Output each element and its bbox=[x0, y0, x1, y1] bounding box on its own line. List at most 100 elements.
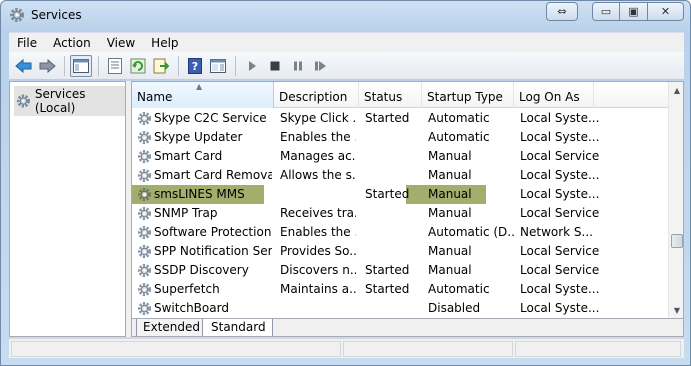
gear-icon bbox=[10, 8, 24, 22]
resize-icon: ⇔ bbox=[557, 5, 567, 18]
service-gear-icon bbox=[137, 149, 152, 164]
table-row-highlighted[interactable]: smsLINES MMS Started Manual Local Syste.… bbox=[132, 185, 668, 204]
cell-status: Started bbox=[365, 282, 410, 296]
column-header-log-on-as[interactable]: Log On As bbox=[514, 82, 594, 108]
close-button[interactable]: ✕ bbox=[648, 2, 684, 21]
scroll-thumb[interactable] bbox=[671, 234, 683, 248]
scroll-down-icon[interactable]: ▼ bbox=[669, 302, 683, 318]
list-header: ▲ Name Description Status Startup Type L… bbox=[132, 82, 668, 108]
cell-startup-type: Automatic bbox=[428, 282, 490, 296]
show-hide-console-tree-button[interactable] bbox=[70, 54, 92, 77]
cell-startup-type: Automatic bbox=[428, 130, 490, 144]
menu-action[interactable]: Action bbox=[45, 36, 99, 50]
restore-size-button[interactable]: ⇔ bbox=[546, 2, 578, 21]
help-icon: ? bbox=[188, 57, 202, 74]
cell-name: SSDP Discovery bbox=[154, 263, 249, 277]
cell-log-on-as: Local Service bbox=[520, 206, 600, 220]
table-row[interactable]: Smart Card Removal... Allows the s... Ma… bbox=[132, 166, 668, 185]
cell-status bbox=[365, 299, 425, 318]
toolbar: ? bbox=[9, 52, 684, 80]
table-row[interactable]: Skype C2C Service Skype Click ... Starte… bbox=[132, 109, 668, 128]
table-row[interactable]: Smart Card Manages ac... Manual Local Se… bbox=[132, 147, 668, 166]
menu-view[interactable]: View bbox=[99, 36, 143, 50]
column-header-status[interactable]: Status bbox=[359, 82, 422, 108]
status-segment bbox=[343, 341, 513, 357]
column-header-startup-type[interactable]: Startup Type bbox=[422, 82, 514, 108]
scroll-up-icon[interactable]: ▲ bbox=[669, 82, 683, 98]
cell-description bbox=[280, 185, 356, 204]
back-arrow-icon bbox=[15, 58, 32, 73]
pause-service-icon bbox=[294, 61, 302, 70]
cell-status bbox=[365, 242, 425, 261]
show-action-pane-icon bbox=[210, 58, 226, 73]
cell-name: Software Protection bbox=[154, 225, 272, 239]
cell-startup-type: Manual bbox=[428, 244, 472, 258]
cell-name: smsLINES MMS bbox=[154, 187, 245, 201]
service-gear-icon bbox=[137, 168, 152, 183]
service-gear-icon bbox=[137, 225, 152, 240]
cell-log-on-as: Local Syste... bbox=[520, 111, 600, 125]
cell-log-on-as: Local Syste... bbox=[520, 301, 600, 315]
properties-button[interactable] bbox=[104, 55, 126, 77]
cell-log-on-as: Local Service bbox=[520, 149, 600, 163]
tab-standard[interactable]: Standard bbox=[202, 319, 273, 336]
minimize-icon: ▭ bbox=[600, 5, 612, 18]
table-row[interactable]: Skype Updater Enables the ... Automatic … bbox=[132, 128, 668, 147]
refresh-button[interactable] bbox=[127, 55, 149, 77]
title-bar[interactable]: Services ⇔ ▭ ▣ ✕ bbox=[1, 1, 690, 31]
cell-description bbox=[280, 299, 356, 318]
cell-description: Skype Click ... bbox=[280, 111, 356, 125]
cell-name: SNMP Trap bbox=[154, 206, 218, 220]
column-header-label: Name bbox=[137, 90, 173, 104]
table-row[interactable]: SwitchBoard Disabled Local Syste... bbox=[132, 299, 668, 318]
table-row[interactable]: Software Protection Enables the ... Auto… bbox=[132, 223, 668, 242]
cell-startup-type: Manual bbox=[428, 168, 472, 182]
column-header-name[interactable]: ▲ Name bbox=[132, 82, 274, 108]
show-action-pane-button[interactable] bbox=[207, 55, 229, 77]
stop-service-button[interactable] bbox=[264, 55, 286, 77]
help-button[interactable]: ? bbox=[184, 55, 206, 77]
column-header-label: Status bbox=[364, 90, 403, 104]
table-row[interactable]: SPP Notification Ser... Provides So... M… bbox=[132, 242, 668, 261]
vertical-scrollbar[interactable]: ▲ ▼ bbox=[668, 82, 683, 318]
service-gear-icon bbox=[137, 206, 152, 221]
column-header-description[interactable]: Description bbox=[274, 82, 359, 108]
pause-service-button[interactable] bbox=[287, 55, 309, 77]
cell-name: Smart Card Removal... bbox=[154, 168, 272, 182]
start-service-button[interactable] bbox=[241, 55, 263, 77]
cell-log-on-as: Local Service bbox=[520, 244, 600, 258]
menu-help[interactable]: Help bbox=[143, 36, 186, 50]
cell-log-on-as: Network S... bbox=[520, 225, 593, 239]
status-bar bbox=[9, 338, 684, 358]
table-row[interactable]: Superfetch Maintains a... Started Automa… bbox=[132, 280, 668, 299]
cell-name: Superfetch bbox=[154, 282, 220, 296]
cell-log-on-as: Local Syste... bbox=[520, 168, 600, 182]
cell-status bbox=[365, 166, 425, 185]
refresh-icon bbox=[130, 58, 146, 73]
column-header-label: Log On As bbox=[519, 90, 580, 104]
export-list-button[interactable] bbox=[150, 55, 172, 77]
cell-description: Allows the s... bbox=[280, 168, 356, 182]
restart-service-icon bbox=[315, 60, 326, 71]
cell-startup-type: Automatic (D... bbox=[428, 225, 516, 239]
forward-button[interactable] bbox=[36, 55, 58, 77]
tree-item-services-local[interactable]: Services (Local) bbox=[14, 86, 125, 116]
cell-startup-type: Automatic bbox=[428, 111, 490, 125]
cell-description: Provides So... bbox=[280, 244, 356, 258]
main-content: Services (Local) ▲ Name Description Stat… bbox=[9, 81, 684, 337]
menu-file[interactable]: File bbox=[9, 36, 45, 50]
table-row[interactable]: SNMP Trap Receives tra... Manual Local S… bbox=[132, 204, 668, 223]
cell-description: Enables the ... bbox=[280, 130, 356, 144]
stop-service-icon bbox=[270, 61, 280, 70]
tab-extended[interactable]: Extended bbox=[136, 319, 207, 336]
maximize-button[interactable]: ▣ bbox=[620, 2, 648, 21]
cell-name: Skype C2C Service bbox=[154, 111, 267, 125]
export-list-icon bbox=[153, 58, 169, 73]
minimize-button[interactable]: ▭ bbox=[592, 2, 620, 21]
toolbar-separator bbox=[98, 55, 99, 76]
table-row[interactable]: SSDP Discovery Discovers n... Started Ma… bbox=[132, 261, 668, 280]
service-gear-icon bbox=[137, 244, 152, 259]
back-button[interactable] bbox=[13, 55, 35, 77]
cell-status bbox=[365, 223, 425, 242]
restart-service-button[interactable] bbox=[310, 55, 332, 77]
